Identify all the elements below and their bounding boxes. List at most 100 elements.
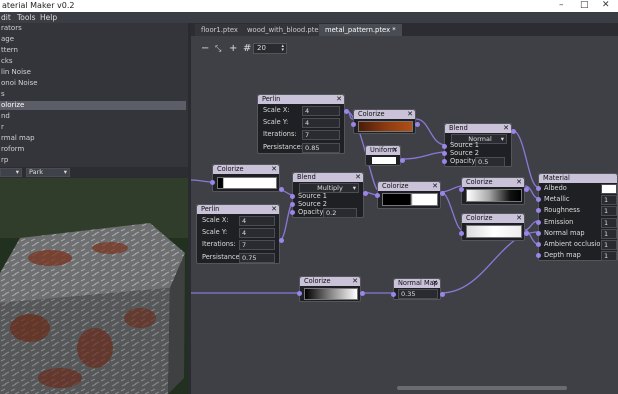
- input-port[interactable]: [391, 292, 396, 297]
- close-icon[interactable]: ✕: [516, 178, 522, 187]
- input-port-source1[interactable]: [442, 144, 447, 149]
- close-icon[interactable]: ✕: [503, 124, 509, 133]
- uniform-node[interactable]: Uniform ✕: [365, 145, 405, 166]
- input-port[interactable]: [210, 180, 215, 185]
- close-icon[interactable]: ✕: [392, 146, 398, 155]
- library-item[interactable]: cks: [0, 57, 186, 66]
- output-port[interactable]: [363, 191, 368, 196]
- scale-y-input[interactable]: 4: [302, 118, 340, 128]
- output-port[interactable]: [279, 238, 284, 243]
- node-header[interactable]: Perlin ✕: [197, 205, 279, 214]
- close-icon[interactable]: ✕: [271, 165, 277, 174]
- close-icon[interactable]: ✕: [432, 279, 438, 288]
- node-header[interactable]: Material: [539, 174, 617, 183]
- horizontal-scrollbar[interactable]: [397, 386, 567, 390]
- scale-x-input[interactable]: 4: [302, 106, 340, 116]
- input-port-source2[interactable]: [290, 202, 295, 207]
- input-port[interactable]: [536, 253, 541, 259]
- library-item[interactable]: rp: [0, 156, 186, 165]
- perlin-node-2[interactable]: Perlin ✕ Scale X: 4 Scale Y: 4 Iterations…: [196, 204, 284, 264]
- input-port[interactable]: [459, 231, 464, 236]
- material-input-value[interactable]: 1: [601, 251, 617, 262]
- scale-x-input[interactable]: 4: [239, 216, 275, 226]
- zoom-reset-icon[interactable]: ⤡: [215, 44, 221, 54]
- library-item[interactable]: s: [0, 90, 186, 99]
- node-header[interactable]: Blend ✕: [445, 124, 511, 133]
- tab-floor1[interactable]: floor1.ptex: [195, 24, 244, 36]
- material-node[interactable]: Material Albedo Metallic 1 Roughness 1 Emissi…: [536, 173, 618, 262]
- input-port-source2[interactable]: [442, 151, 447, 156]
- library-item[interactable]: roform: [0, 145, 186, 154]
- input-port[interactable]: [375, 193, 380, 198]
- tab-metal-pattern[interactable]: metal_pattern.ptex *: [319, 24, 402, 36]
- library-item[interactable]: ttern: [0, 46, 186, 55]
- gradient-editor[interactable]: [304, 288, 358, 300]
- material-input-value[interactable]: [601, 184, 617, 194]
- close-window-icon[interactable]: ✕: [602, 0, 610, 11]
- input-port[interactable]: [536, 186, 541, 191]
- output-port[interactable]: [415, 122, 420, 127]
- node-header[interactable]: Colorize ✕: [354, 110, 415, 119]
- node-header[interactable]: Colorize ✕: [300, 277, 360, 286]
- menu-edit[interactable]: dit: [1, 13, 11, 22]
- close-icon[interactable]: ✕: [516, 214, 522, 223]
- library-item[interactable]: age: [0, 35, 186, 44]
- material-input-value[interactable]: 1: [601, 206, 617, 217]
- 3d-preview[interactable]: [0, 178, 188, 394]
- input-port-opacity[interactable]: [442, 159, 447, 164]
- menu-tools[interactable]: Tools: [17, 13, 35, 22]
- scale-y-input[interactable]: 4: [239, 228, 275, 238]
- output-port[interactable]: [344, 109, 349, 114]
- colorize-node-bottom[interactable]: Colorize ✕: [297, 276, 365, 302]
- colorize-node-metallic[interactable]: Colorize ✕: [459, 177, 529, 205]
- gradient-editor[interactable]: [217, 177, 277, 189]
- input-port[interactable]: [536, 208, 541, 214]
- close-icon[interactable]: ✕: [271, 205, 277, 214]
- colorize-node-mid[interactable]: Colorize ✕: [375, 181, 445, 209]
- iterations-input[interactable]: 7: [239, 240, 275, 250]
- node-header[interactable]: Colorize ✕: [462, 178, 524, 187]
- close-icon[interactable]: ✕: [352, 277, 358, 286]
- output-port[interactable]: [440, 191, 445, 196]
- library-item[interactable]: r: [0, 123, 186, 132]
- input-port[interactable]: [536, 197, 541, 203]
- menu-help[interactable]: Help: [40, 13, 57, 22]
- gradient-editor[interactable]: [358, 121, 413, 132]
- blend-node-multiply[interactable]: Blend ✕ Multiply ▾ Source 1 Source 2 Opaci…: [290, 172, 368, 218]
- persistance-input[interactable]: 0.75: [239, 253, 275, 263]
- persistance-input[interactable]: 0.85: [302, 143, 340, 153]
- output-port[interactable]: [360, 291, 365, 296]
- gradient-editor[interactable]: [466, 189, 522, 202]
- node-header[interactable]: Perlin ✕: [258, 95, 344, 104]
- node-header[interactable]: Normal Map ✕: [394, 279, 440, 288]
- close-icon[interactable]: ✕: [432, 182, 438, 191]
- node-header[interactable]: Colorize ✕: [378, 182, 440, 191]
- amount-input[interactable]: 0.35: [398, 289, 438, 299]
- environment-select[interactable]: Park ▾: [26, 168, 70, 177]
- library-item[interactable]: onoi Noise: [0, 79, 186, 88]
- node-header[interactable]: Blend ✕: [293, 173, 363, 182]
- library-item[interactable]: nd: [0, 112, 186, 121]
- input-port[interactable]: [536, 219, 541, 225]
- input-port[interactable]: [536, 230, 541, 236]
- input-port-source1[interactable]: [290, 194, 295, 199]
- zoom-out-icon[interactable]: −: [201, 44, 209, 54]
- gradient-editor[interactable]: [382, 193, 438, 206]
- material-input-value[interactable]: 1: [601, 228, 617, 239]
- opacity-input[interactable]: 0.2: [323, 208, 357, 218]
- maximize-icon[interactable]: □: [580, 0, 589, 11]
- colorize-node-left[interactable]: Colorize ✕: [210, 164, 284, 192]
- output-port[interactable]: [524, 231, 529, 236]
- output-port[interactable]: [400, 158, 405, 163]
- tab-wood-with-blood[interactable]: wood_with_blood.ptex: [241, 24, 329, 36]
- colorize-node-roughness[interactable]: Colorize ✕: [459, 213, 529, 241]
- input-port[interactable]: [536, 242, 541, 247]
- output-port[interactable]: [511, 129, 516, 134]
- gradient-editor[interactable]: [466, 225, 522, 238]
- node-header[interactable]: Colorize ✕: [213, 165, 279, 174]
- close-icon[interactable]: ✕: [407, 110, 413, 119]
- node-header[interactable]: Colorize ✕: [462, 214, 524, 223]
- material-input-value[interactable]: 1: [601, 240, 617, 250]
- material-input-value[interactable]: 1: [601, 217, 617, 228]
- library-item[interactable]: rators: [0, 24, 186, 33]
